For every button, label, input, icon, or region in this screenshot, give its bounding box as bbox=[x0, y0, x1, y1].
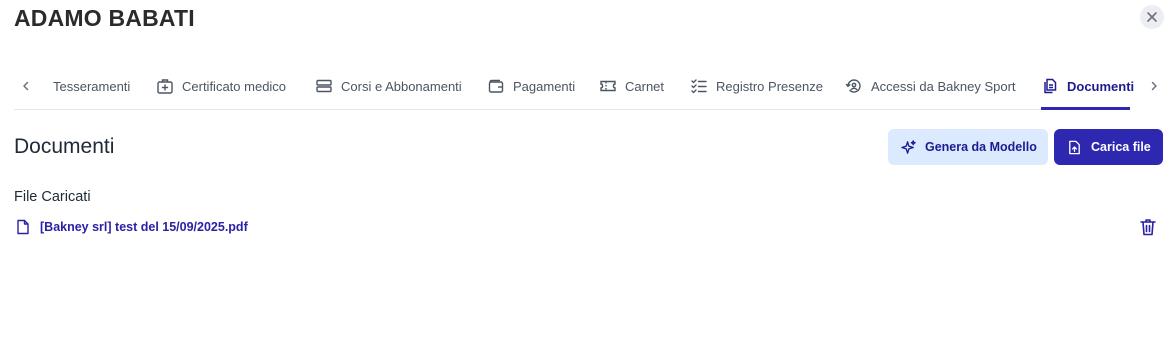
tab-label: Accessi da Bakney Sport bbox=[871, 78, 1016, 94]
wallet-icon bbox=[488, 79, 504, 93]
tab-bar: Tesseramenti Certificato medico Corsi e … bbox=[14, 66, 1157, 110]
close-icon bbox=[1147, 12, 1157, 22]
tab-tesseramenti[interactable]: Tesseramenti bbox=[53, 66, 130, 110]
checklist-icon bbox=[691, 79, 707, 94]
trash-icon[interactable] bbox=[1137, 216, 1159, 238]
documents-icon bbox=[1044, 78, 1057, 94]
tabs-scroll-right-button[interactable] bbox=[1142, 66, 1166, 106]
tab-label: Registro Presenze bbox=[716, 78, 823, 94]
tab-label: Certificato medico bbox=[182, 78, 287, 94]
file-list-item: [Bakney srl] test del 15/09/2025.pdf bbox=[14, 216, 1159, 238]
upload-button-label: Carica file bbox=[1091, 140, 1151, 154]
sparkles-icon bbox=[901, 139, 916, 154]
tab-accessi-da-bakney-sport[interactable]: Accessi da Bakney Sport bbox=[845, 66, 1016, 110]
page-title: ADAMO BABATI bbox=[14, 5, 195, 31]
section-title: Documenti bbox=[14, 135, 115, 158]
stack-icon bbox=[316, 79, 332, 93]
tab-label: Documenti bbox=[1067, 78, 1135, 94]
chevron-left-icon bbox=[23, 81, 29, 91]
file-icon bbox=[14, 218, 32, 236]
tab-corsi-e-abbonamenti[interactable]: Corsi e Abbonamenti bbox=[315, 66, 462, 110]
upload-file-button[interactable]: Carica file bbox=[1054, 129, 1163, 165]
chevron-right-icon bbox=[1151, 81, 1157, 91]
tab-label: Corsi e Abbonamenti bbox=[341, 78, 462, 94]
generate-button-label: Genera da Modello bbox=[925, 140, 1037, 154]
tab-label: Pagamenti bbox=[513, 78, 576, 94]
tabs-scroll-left-button[interactable] bbox=[14, 66, 38, 106]
tab-registro-presenze[interactable]: Registro Presenze bbox=[690, 66, 823, 110]
ticket-icon bbox=[600, 80, 616, 92]
tab-carnet[interactable]: Carnet bbox=[599, 66, 664, 110]
close-button[interactable] bbox=[1140, 5, 1164, 29]
tab-certificato-medico[interactable]: Certificato medico bbox=[156, 66, 286, 110]
tab-label: Tesseramenti bbox=[53, 78, 131, 94]
medical-case-icon bbox=[157, 79, 173, 94]
access-history-icon bbox=[845, 79, 861, 93]
tab-pagamenti[interactable]: Pagamenti bbox=[487, 66, 575, 110]
tab-label: Carnet bbox=[625, 78, 665, 94]
file-link[interactable]: [Bakney srl] test del 15/09/2025.pdf bbox=[40, 220, 248, 234]
file-upload-icon bbox=[1069, 140, 1080, 154]
uploaded-files-heading: File Caricati bbox=[14, 189, 91, 205]
generate-from-template-button[interactable]: Genera da Modello bbox=[888, 129, 1048, 165]
tab-documenti[interactable]: Documenti bbox=[1041, 66, 1134, 110]
